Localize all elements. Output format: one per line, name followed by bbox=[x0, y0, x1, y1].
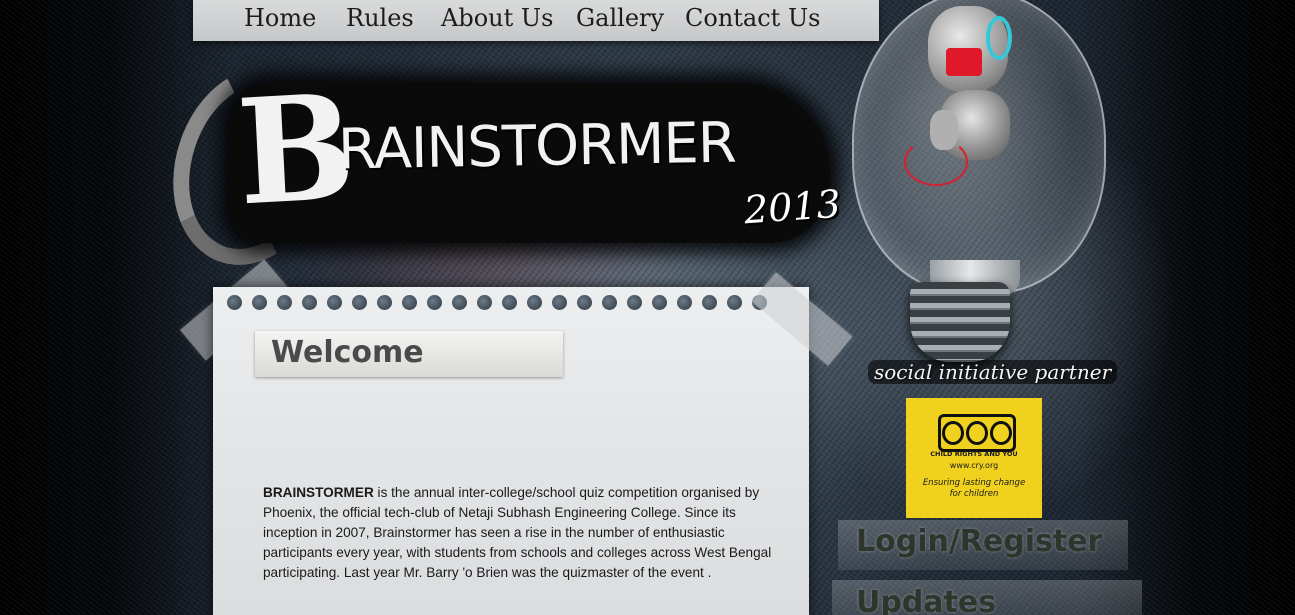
paper-holes bbox=[227, 295, 767, 310]
robot-eye bbox=[986, 16, 1012, 60]
nav-rules[interactable]: Rules bbox=[346, 4, 414, 32]
top-nav: Home Rules About Us Gallery Contact Us bbox=[193, 0, 879, 41]
cry-url: www.cry.org bbox=[949, 461, 999, 470]
robot-wire bbox=[904, 138, 968, 186]
logo-wordmark: RAINSTORMER bbox=[337, 110, 737, 183]
cry-tagline-1: Ensuring lasting change bbox=[922, 478, 1026, 488]
page-background: Home Rules About Us Gallery Contact Us B… bbox=[0, 0, 1295, 615]
nav-about-us[interactable]: About Us bbox=[441, 4, 553, 32]
cry-tagline-2: for children bbox=[949, 489, 999, 499]
robot-icon bbox=[928, 6, 1012, 92]
welcome-panel: Welcome BRAINSTORMER is the annual inter… bbox=[213, 287, 809, 615]
nav-gallery[interactable]: Gallery bbox=[576, 4, 664, 32]
site-logo: B RAINSTORMER 2013 bbox=[148, 46, 850, 286]
event-name: BRAINSTORMER bbox=[263, 485, 374, 500]
cry-name: CHILD RIGHTS AND YOU bbox=[930, 450, 1018, 458]
welcome-heading: Welcome bbox=[271, 335, 424, 370]
login-register-link[interactable]: Login/Register bbox=[856, 524, 1102, 559]
nav-home[interactable]: Home bbox=[244, 4, 316, 32]
cry-partner-logo[interactable]: CHILD RIGHTS AND YOU www.cry.org Ensurin… bbox=[906, 398, 1042, 518]
cry-logo-icon bbox=[938, 414, 1016, 452]
partner-label: social initiative partner bbox=[868, 360, 1118, 384]
nav-contact-us[interactable]: Contact Us bbox=[685, 4, 820, 32]
welcome-heading-tag: Welcome bbox=[255, 331, 563, 377]
welcome-body: BRAINSTORMER is the annual inter-college… bbox=[263, 483, 773, 583]
bulb-base bbox=[910, 282, 1010, 362]
logo-year: 2013 bbox=[742, 181, 843, 233]
robot-face bbox=[946, 48, 982, 76]
updates-heading[interactable]: Updates bbox=[856, 585, 996, 615]
